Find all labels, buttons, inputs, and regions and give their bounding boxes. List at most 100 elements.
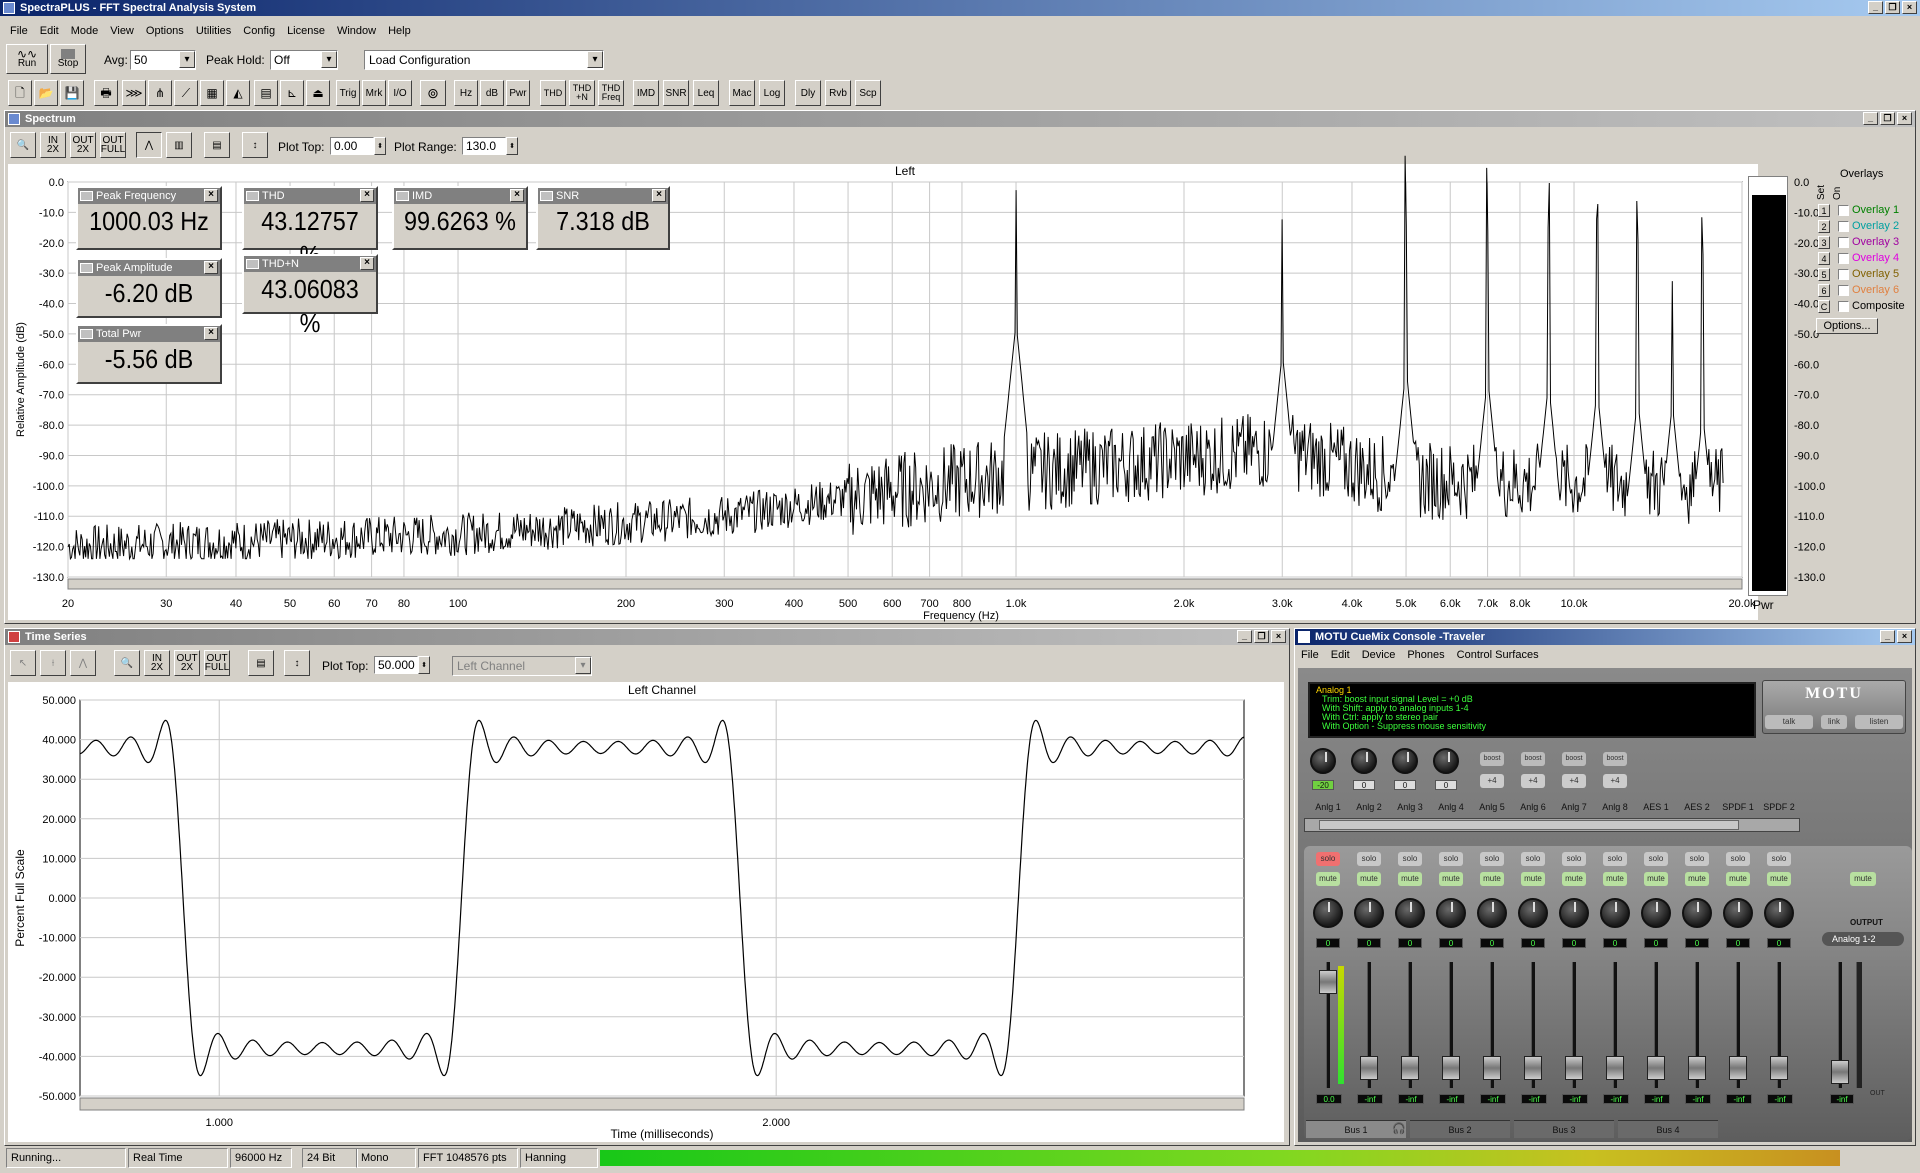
fader-cap[interactable] [1647,1056,1665,1080]
mute-button[interactable]: mute [1767,872,1791,886]
overlay-set-button[interactable]: 5 [1818,268,1830,281]
overlay-set-button[interactable]: 1 [1818,204,1830,217]
status-level-bar [600,1150,1840,1166]
mute-button[interactable]: mute [1726,872,1750,886]
overlay-checkbox[interactable] [1838,221,1849,232]
overlay-checkbox[interactable] [1838,205,1849,216]
solo-button[interactable]: solo [1603,852,1627,866]
pan-knob[interactable] [1477,898,1507,928]
solo-button[interactable]: solo [1685,852,1709,866]
trim-knob[interactable] [1392,748,1418,774]
solo-button[interactable]: solo [1439,852,1463,866]
fader-cap[interactable] [1401,1056,1419,1080]
mute-button[interactable]: mute [1603,872,1627,886]
fader-cap[interactable] [1319,970,1337,994]
boost-button[interactable]: boost [1603,752,1627,766]
mute-button[interactable]: mute [1357,872,1381,886]
overlay-set-button[interactable]: 3 [1818,236,1830,249]
overlay-checkbox[interactable] [1838,237,1849,248]
boost-button[interactable]: boost [1480,752,1504,766]
overlay-checkbox[interactable] [1838,253,1849,264]
solo-button[interactable]: solo [1316,852,1340,866]
solo-button[interactable]: solo [1398,852,1422,866]
pan-knob[interactable] [1723,898,1753,928]
fader-cap[interactable] [1565,1056,1583,1080]
mute-button[interactable]: mute [1316,872,1340,886]
output-select[interactable]: Analog 1-2 [1822,932,1904,946]
solo-button[interactable]: solo [1357,852,1381,866]
trim-knob[interactable] [1433,748,1459,774]
mute-button[interactable]: mute [1644,872,1668,886]
link-button[interactable]: link [1821,715,1847,729]
solo-button[interactable]: solo [1644,852,1668,866]
fader-cap[interactable] [1442,1056,1460,1080]
scroll-thumb[interactable] [1319,820,1739,830]
overlay-options-button[interactable]: Options... [1816,318,1878,334]
mute-button[interactable]: mute [1480,872,1504,886]
overlay-checkbox[interactable] [1838,285,1849,296]
motu-hscrollbar[interactable] [1304,818,1800,832]
pan-knob[interactable] [1354,898,1384,928]
talk-button[interactable]: talk [1765,715,1813,729]
listen-button[interactable]: listen [1855,715,1903,729]
overlay-checkbox[interactable] [1838,269,1849,280]
pan-knob[interactable] [1600,898,1630,928]
fader-cap[interactable] [1770,1056,1788,1080]
bus-tab[interactable]: Bus 4 [1618,1120,1718,1138]
pan-knob[interactable] [1682,898,1712,928]
fader-cap[interactable] [1524,1056,1542,1080]
fader-cap[interactable] [1688,1056,1706,1080]
minimize-button[interactable]: _ [1880,630,1895,643]
fader-cap[interactable] [1360,1056,1378,1080]
pan-knob[interactable] [1518,898,1548,928]
boost-value[interactable]: +4 [1480,774,1504,788]
bus-tab[interactable]: Bus 2 [1410,1120,1510,1138]
motu-menu-edit[interactable]: Edit [1325,649,1356,661]
output-fader-cap[interactable] [1831,1060,1849,1084]
close-button[interactable]: × [1897,630,1912,643]
solo-button[interactable]: solo [1726,852,1750,866]
overlay-set-button[interactable]: 6 [1818,284,1830,297]
pwr-ytick-label: -80.0 [1794,420,1819,432]
trim-knob[interactable] [1310,748,1336,774]
solo-button[interactable]: solo [1562,852,1586,866]
overlay-set-button[interactable]: 4 [1818,252,1830,265]
mute-button[interactable]: mute [1685,872,1709,886]
overlay-label: Overlay 1 [1852,204,1900,216]
overlay-set-button[interactable]: 2 [1818,220,1830,233]
bus-tab[interactable]: Bus 1 [1306,1120,1406,1138]
motu-menu-phones[interactable]: Phones [1401,649,1450,661]
mute-button[interactable]: mute [1521,872,1545,886]
output-mute-button[interactable]: mute [1850,872,1876,886]
fader-value: -inf [1603,1094,1629,1104]
solo-button[interactable]: solo [1767,852,1791,866]
pwr-ytick-label: -30.0 [1794,268,1819,280]
solo-button[interactable]: solo [1480,852,1504,866]
mute-button[interactable]: mute [1398,872,1422,886]
pan-knob[interactable] [1395,898,1425,928]
motu-menu-device[interactable]: Device [1356,649,1402,661]
fader-cap[interactable] [1606,1056,1624,1080]
pan-knob[interactable] [1313,898,1343,928]
boost-button[interactable]: boost [1562,752,1586,766]
motu-menu-file[interactable]: File [1295,649,1325,661]
overlay-set-button[interactable]: C [1818,300,1830,313]
pan-value: 0 [1685,938,1709,948]
pan-knob[interactable] [1764,898,1794,928]
boost-value[interactable]: +4 [1603,774,1627,788]
pan-knob[interactable] [1436,898,1466,928]
fader-cap[interactable] [1729,1056,1747,1080]
mute-button[interactable]: mute [1439,872,1463,886]
pan-knob[interactable] [1641,898,1671,928]
mute-button[interactable]: mute [1562,872,1586,886]
trim-knob[interactable] [1351,748,1377,774]
boost-value[interactable]: +4 [1521,774,1545,788]
motu-menu-control-surfaces[interactable]: Control Surfaces [1451,649,1545,661]
overlay-checkbox[interactable] [1838,301,1849,312]
boost-value[interactable]: +4 [1562,774,1586,788]
solo-button[interactable]: solo [1521,852,1545,866]
pan-knob[interactable] [1559,898,1589,928]
boost-button[interactable]: boost [1521,752,1545,766]
fader-cap[interactable] [1483,1056,1501,1080]
bus-tab[interactable]: Bus 3 [1514,1120,1614,1138]
